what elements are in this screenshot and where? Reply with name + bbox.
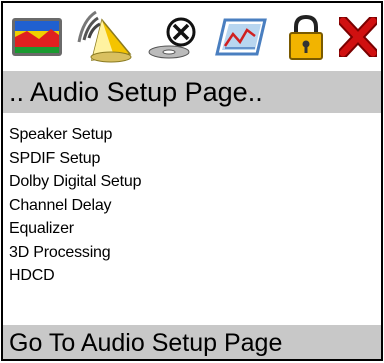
menu-item-dolby-digital-setup[interactable]: Dolby Digital Setup	[9, 170, 141, 194]
display-setup-icon	[12, 18, 62, 56]
audio-setup-icon	[77, 10, 132, 63]
password-setup-button[interactable]	[283, 9, 329, 65]
menu-item-equalizer[interactable]: Equalizer	[9, 217, 141, 241]
disc-no-icon	[148, 17, 196, 59]
menu-item-speaker-setup[interactable]: Speaker Setup	[9, 123, 141, 147]
status-bar: Go To Audio Setup Page	[3, 325, 381, 359]
preferences-chart-icon	[215, 18, 267, 56]
exit-button[interactable]	[337, 9, 379, 65]
setup-menu: Speaker Setup SPDIF Setup Dolby Digital …	[9, 123, 141, 288]
page-title: .. Audio Setup Page..	[3, 71, 381, 113]
osd-window: .. Audio Setup Page.. Speaker Setup SPDI…	[1, 1, 383, 361]
setup-toolbar	[3, 3, 381, 69]
menu-item-channel-delay[interactable]: Channel Delay	[9, 194, 141, 218]
menu-item-spdif-setup[interactable]: SPDIF Setup	[9, 147, 141, 171]
audio-setup-button[interactable]	[73, 9, 137, 65]
preferences-setup-button[interactable]	[211, 9, 271, 65]
disc-setup-button[interactable]	[145, 9, 201, 65]
lock-icon	[289, 14, 323, 60]
exit-icon	[339, 17, 377, 57]
menu-item-hdcd[interactable]: HDCD	[9, 264, 141, 288]
display-setup-button[interactable]	[9, 9, 65, 65]
menu-item-3d-processing[interactable]: 3D Processing	[9, 241, 141, 265]
